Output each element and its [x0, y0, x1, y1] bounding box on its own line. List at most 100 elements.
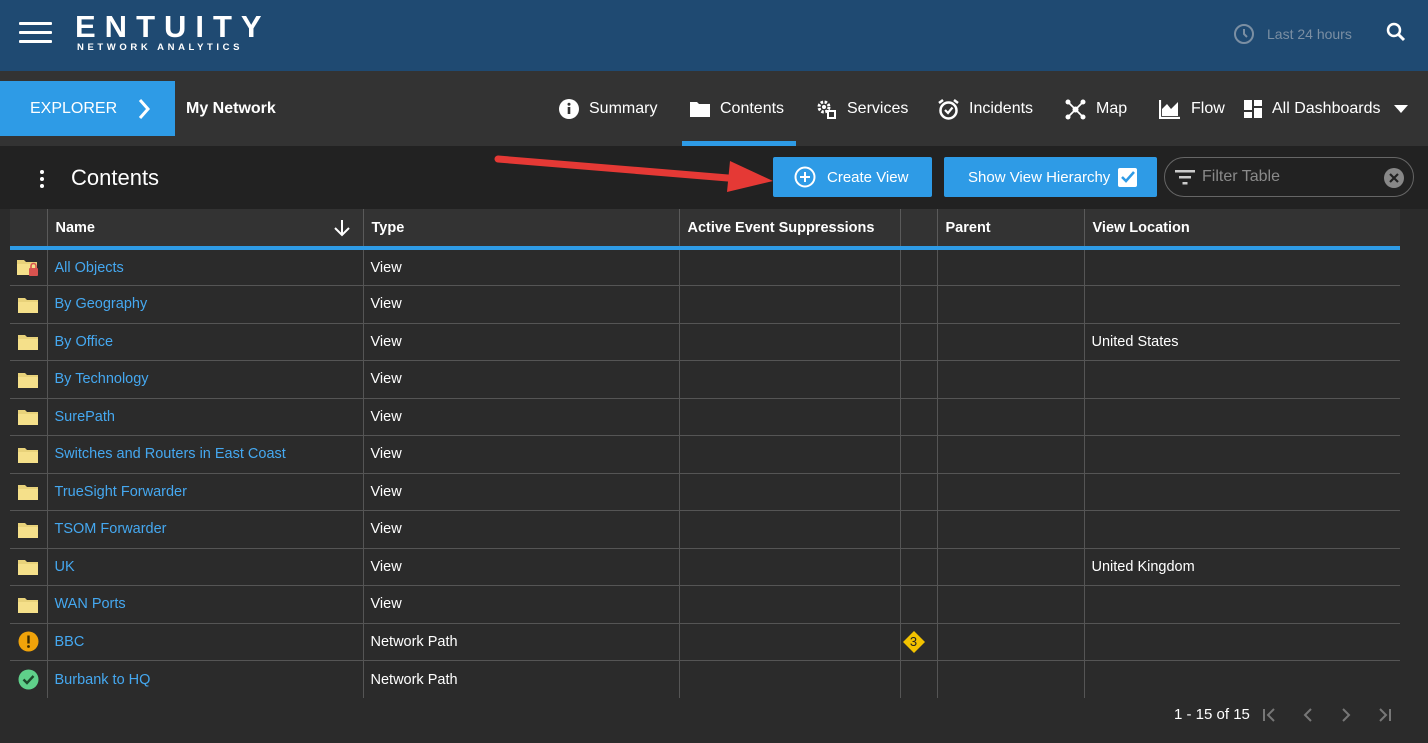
- event-count-badge-label: 3: [909, 633, 918, 649]
- row-name-link[interactable]: TSOM Forwarder: [55, 521, 167, 537]
- create-view-button[interactable]: Create View: [773, 157, 932, 197]
- row-name-link[interactable]: Switches and Routers in East Coast: [55, 446, 286, 462]
- flow-chart-icon: [1159, 100, 1180, 119]
- hierarchy-checkbox[interactable]: [1118, 167, 1138, 187]
- table-row[interactable]: By Technology View: [10, 360, 1400, 398]
- first-page-icon[interactable]: [1262, 707, 1278, 723]
- row-parent-cell: [937, 360, 1085, 398]
- column-header-suppressions[interactable]: Active Event Suppressions: [679, 209, 901, 248]
- last-page-icon[interactable]: [1376, 707, 1392, 723]
- row-type-icon-cell: [10, 435, 48, 473]
- row-name-link[interactable]: By Office: [55, 334, 114, 350]
- tab-contents[interactable]: Contents: [690, 95, 784, 123]
- table-row[interactable]: TSOM Forwarder View: [10, 510, 1400, 548]
- tab-flow[interactable]: Flow: [1159, 95, 1225, 123]
- folder-icon: [18, 483, 39, 501]
- row-name-link[interactable]: UK: [55, 559, 75, 575]
- kebab-menu-icon[interactable]: [38, 170, 46, 191]
- filter-table-input[interactable]: [1202, 168, 1377, 186]
- checkmark-icon: [1120, 171, 1135, 183]
- row-name-link[interactable]: BBC: [55, 634, 85, 650]
- table-row[interactable]: UK View United Kingdom: [10, 548, 1400, 586]
- tab-all-dashboards[interactable]: All Dashboards: [1244, 95, 1408, 123]
- tab-map[interactable]: Map: [1065, 95, 1127, 123]
- row-suppressions-cell: [679, 660, 901, 698]
- table-row[interactable]: BBC Network Path 3: [10, 623, 1400, 661]
- time-range-label: Last 24 hours: [1267, 26, 1352, 42]
- row-name-cell: TrueSight Forwarder: [47, 473, 364, 511]
- column-header-badge: [900, 209, 938, 248]
- row-name-link[interactable]: All Objects: [55, 260, 124, 276]
- row-suppressions-cell: [679, 248, 901, 286]
- row-type-icon-cell: [10, 360, 48, 398]
- tab-services[interactable]: Services: [816, 95, 908, 123]
- row-name-link[interactable]: By Geography: [55, 296, 148, 312]
- hamburger-icon[interactable]: [19, 22, 52, 44]
- chevron-down-icon: [1393, 105, 1408, 113]
- column-header-parent[interactable]: Parent: [937, 209, 1085, 248]
- row-parent-cell: [937, 398, 1085, 436]
- table-row[interactable]: Burbank to HQ Network Path: [10, 660, 1400, 698]
- row-parent-cell: [937, 548, 1085, 586]
- table-row[interactable]: By Geography View: [10, 285, 1400, 323]
- row-parent-cell: [937, 248, 1085, 286]
- row-name-cell: Switches and Routers in East Coast: [47, 435, 364, 473]
- row-name-link[interactable]: WAN Ports: [55, 596, 126, 612]
- row-badge-cell: [900, 585, 938, 623]
- row-name-cell: TSOM Forwarder: [47, 510, 364, 548]
- row-name-link[interactable]: By Technology: [55, 371, 149, 387]
- explorer-button[interactable]: EXPLORER: [0, 81, 175, 136]
- row-name-link[interactable]: SurePath: [55, 409, 115, 425]
- row-badge-cell: [900, 548, 938, 586]
- alarm-icon: [938, 98, 959, 120]
- tab-summary[interactable]: Summary: [559, 95, 657, 123]
- row-name-cell: BBC: [47, 623, 364, 661]
- column-header-name-label: Name: [55, 219, 96, 236]
- row-badge-cell: [900, 473, 938, 511]
- next-page-icon[interactable]: [1338, 707, 1354, 723]
- column-header-name[interactable]: Name: [47, 209, 364, 248]
- time-range-selector[interactable]: Last 24 hours: [1233, 23, 1352, 45]
- filter-table-field[interactable]: [1164, 157, 1414, 197]
- row-suppressions-cell: [679, 398, 901, 436]
- row-suppressions-cell: [679, 285, 901, 323]
- row-name-cell: All Objects: [47, 248, 364, 286]
- row-badge-cell: [900, 285, 938, 323]
- folder-icon: [18, 296, 39, 313]
- tab-contents-label: Contents: [720, 100, 785, 117]
- clear-filter-icon[interactable]: [1383, 167, 1405, 189]
- sort-descending-icon[interactable]: [333, 219, 351, 237]
- show-view-hierarchy-button[interactable]: Show View Hierarchy: [944, 157, 1157, 197]
- row-suppressions-cell: [679, 548, 901, 586]
- locked-folder-icon: [17, 258, 39, 277]
- event-count-badge[interactable]: 3: [902, 630, 925, 653]
- row-type-cell: View: [363, 248, 680, 286]
- table-row[interactable]: TrueSight Forwarder View: [10, 473, 1400, 511]
- chevron-right-icon: [139, 98, 151, 119]
- table-row[interactable]: All Objects View: [10, 248, 1400, 286]
- column-header-type[interactable]: Type: [363, 209, 680, 248]
- row-badge-cell: 3: [900, 623, 938, 661]
- table-row[interactable]: By Office View United States: [10, 323, 1400, 361]
- table-row[interactable]: Switches and Routers in East Coast View: [10, 435, 1400, 474]
- warning-status-icon: [18, 631, 39, 652]
- search-icon[interactable]: [1385, 21, 1407, 48]
- prev-page-icon[interactable]: [1300, 707, 1316, 723]
- clock-icon: [1234, 24, 1254, 44]
- row-view-location-cell: United Kingdom: [1091, 558, 1195, 575]
- table-row[interactable]: WAN Ports View: [10, 585, 1400, 623]
- row-name-link[interactable]: TrueSight Forwarder: [55, 484, 187, 500]
- row-type-cell: View: [363, 585, 680, 623]
- table-row[interactable]: SurePath View: [10, 398, 1400, 436]
- tab-incidents[interactable]: Incidents: [938, 95, 1033, 123]
- context-title: My Network: [186, 100, 276, 117]
- row-view-location-cell: [1084, 436, 1400, 474]
- tab-summary-label: Summary: [589, 100, 658, 117]
- row-suppressions-cell: [679, 623, 901, 661]
- row-type-cell: Network Path: [363, 660, 680, 698]
- row-name-link[interactable]: Burbank to HQ: [55, 672, 151, 688]
- row-type-cell: View: [363, 435, 680, 473]
- column-header-view-location[interactable]: View Location: [1084, 209, 1400, 248]
- row-type-cell: View: [363, 548, 680, 586]
- row-suppressions-cell: [679, 473, 901, 511]
